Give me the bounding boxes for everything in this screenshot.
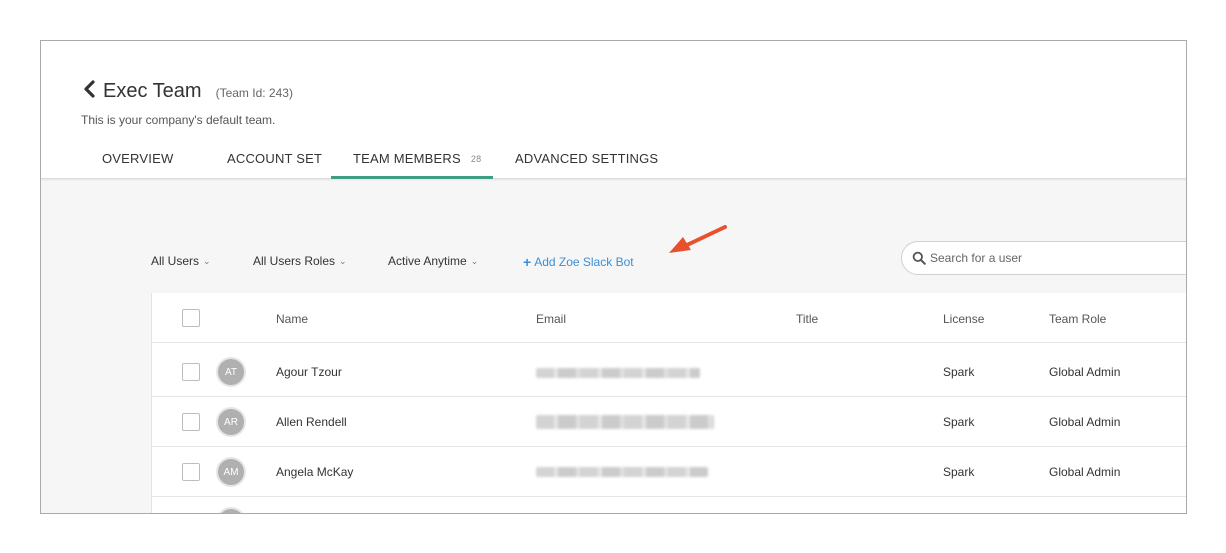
tab-advanced-settings[interactable]: ADVANCED SETTINGS (493, 141, 673, 179)
table-row[interactable]: AT Agour Tzour Spark Global Admin (152, 347, 1186, 397)
chevron-left-icon[interactable] (81, 79, 99, 99)
app-frame: Exec Team (Team Id: 243) This is your co… (40, 40, 1187, 514)
team-id-label: (Team Id: 243) (215, 86, 293, 100)
add-zoe-slack-bot-button[interactable]: + Add Zoe Slack Bot (523, 254, 634, 270)
member-team-role: Global Admin (1049, 365, 1121, 379)
table-row[interactable] (152, 497, 1186, 513)
redacted-email (536, 368, 700, 378)
table-row[interactable]: AR Allen Rendell Spark Global Admin (152, 397, 1186, 447)
redacted-email (536, 415, 714, 429)
avatar: AT (216, 357, 246, 387)
tab-account-set[interactable]: ACCOUNT SET (185, 141, 331, 179)
avatar: AM (216, 457, 246, 487)
plus-icon: + (523, 254, 532, 270)
column-header-title[interactable]: Title (796, 312, 818, 326)
tab-team-members[interactable]: TEAM MEMBERS 28 (331, 141, 493, 179)
avatar: AR (216, 407, 246, 437)
filter-users-dropdown[interactable]: All Users ⌄ (151, 254, 211, 268)
tab-overview-label: OVERVIEW (102, 151, 174, 166)
title-row: Exec Team (Team Id: 243) (81, 77, 293, 103)
page-title: Exec Team (103, 80, 202, 102)
filter-activity-label: Active Anytime (388, 254, 467, 268)
member-team-role: Global Admin (1049, 465, 1121, 479)
team-members-count: 28 (470, 154, 482, 164)
row-checkbox[interactable] (182, 463, 200, 481)
search-input[interactable] (930, 251, 1170, 265)
member-team-role: Global Admin (1049, 415, 1121, 429)
tab-advanced-settings-label: ADVANCED SETTINGS (515, 151, 659, 166)
tab-overview[interactable]: OVERVIEW (81, 141, 185, 179)
member-name[interactable]: Allen Rendell (276, 415, 347, 429)
table-row[interactable]: AM Angela McKay Spark Global Admin (152, 447, 1186, 497)
row-checkbox[interactable] (182, 413, 200, 431)
filter-users-label: All Users (151, 254, 200, 268)
column-header-team-role[interactable]: Team Role (1049, 312, 1106, 326)
tab-account-set-label: ACCOUNT SET (227, 151, 323, 166)
filter-activity-dropdown[interactable]: Active Anytime ⌄ (388, 254, 478, 268)
member-license: Spark (943, 415, 975, 429)
filter-roles-label: All Users Roles (253, 254, 336, 268)
select-all-checkbox[interactable] (182, 309, 200, 327)
table-header-row: Name Email Title License Team Role (152, 293, 1186, 343)
member-license: Spark (943, 465, 975, 479)
team-header: Exec Team (Team Id: 243) This is your co… (41, 41, 1186, 179)
tab-bar: OVERVIEW ACCOUNT SET TEAM MEMBERS 28 ADV… (81, 141, 673, 179)
chevron-down-icon: ⌄ (470, 255, 479, 266)
members-table: Name Email Title License Team Role AT Ag… (151, 293, 1186, 513)
column-header-license[interactable]: License (943, 312, 984, 326)
tab-team-members-label: TEAM MEMBERS (353, 151, 461, 166)
team-description: This is your company's default team. (81, 113, 276, 127)
member-name[interactable]: Angela McKay (276, 465, 353, 479)
redacted-email (536, 467, 708, 477)
avatar (216, 507, 246, 513)
column-header-name[interactable]: Name (276, 312, 308, 326)
row-checkbox[interactable] (182, 363, 200, 381)
search-icon (912, 251, 926, 265)
chevron-down-icon: ⌄ (203, 255, 211, 266)
chevron-down-icon: ⌄ (339, 255, 347, 266)
member-name[interactable]: Agour Tzour (276, 365, 342, 379)
add-zoe-slack-bot-label: Add Zoe Slack Bot (534, 255, 634, 269)
filter-roles-dropdown[interactable]: All Users Roles ⌄ (253, 254, 347, 268)
user-search (901, 241, 1186, 275)
member-license: Spark (943, 365, 975, 379)
red-arrow-annotation-icon (669, 225, 727, 253)
column-header-email[interactable]: Email (536, 312, 566, 326)
